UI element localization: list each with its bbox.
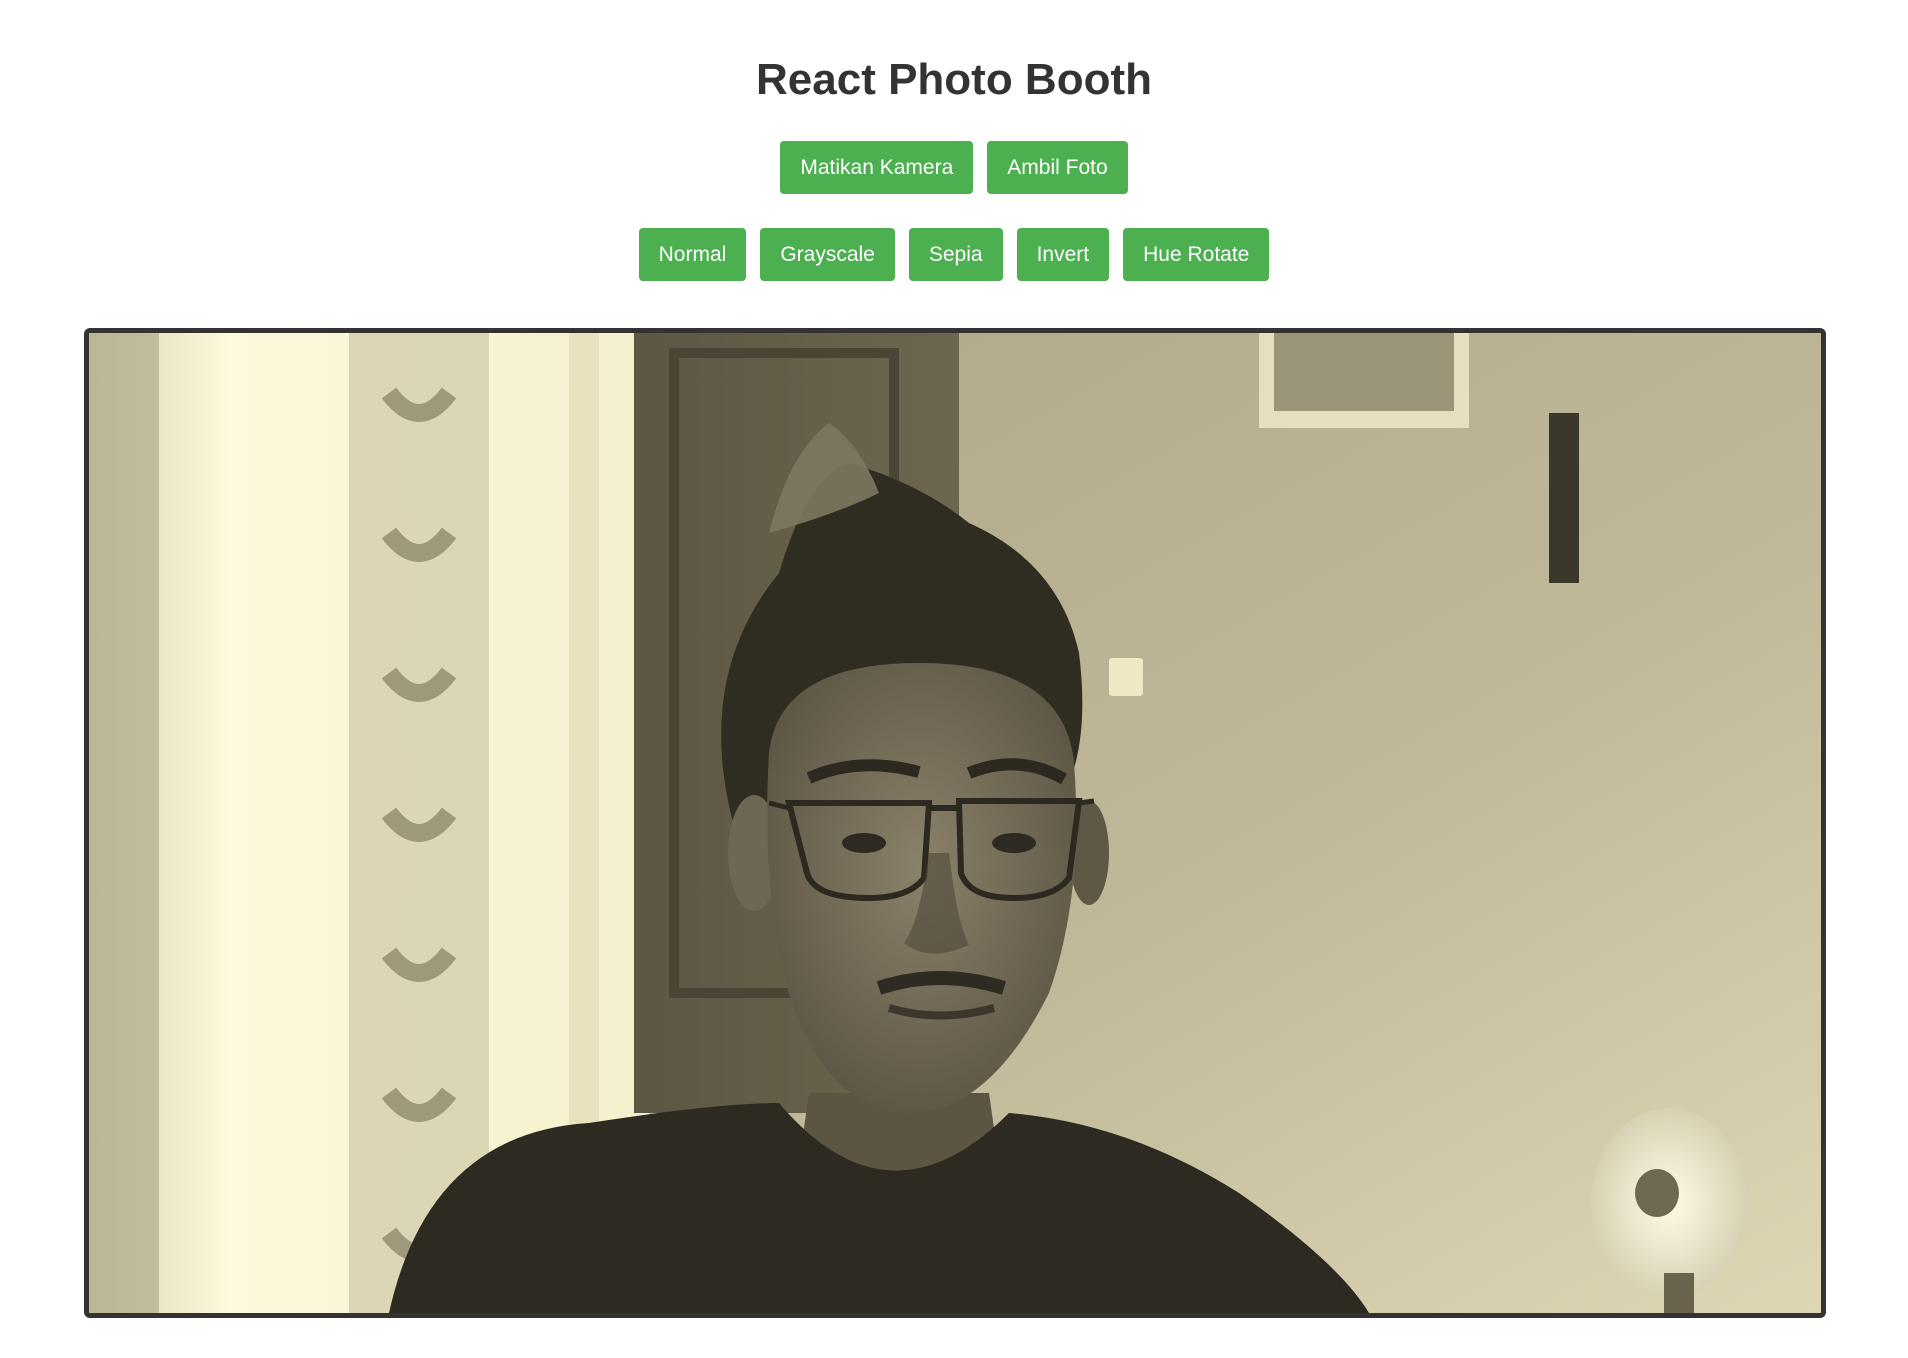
camera-preview <box>84 328 1826 1318</box>
filter-invert-button[interactable]: Invert <box>1016 228 1110 281</box>
camera-controls: Matikan Kamera Ambil Foto <box>0 141 1908 194</box>
photo-booth-app: React Photo Booth Matikan Kamera Ambil F… <box>0 0 1908 1358</box>
webcam-video-feed <box>89 333 1821 1313</box>
take-photo-button[interactable]: Ambil Foto <box>987 141 1128 194</box>
page-title: React Photo Booth <box>756 55 1152 104</box>
toggle-camera-button[interactable]: Matikan Kamera <box>780 141 974 194</box>
filter-buttons: Normal Grayscale Sepia Invert Hue Rotate <box>0 228 1908 281</box>
filter-normal-button[interactable]: Normal <box>638 228 747 281</box>
filter-hue-rotate-button[interactable]: Hue Rotate <box>1123 228 1270 281</box>
filter-grayscale-button[interactable]: Grayscale <box>760 228 895 281</box>
filter-sepia-button[interactable]: Sepia <box>908 228 1003 281</box>
